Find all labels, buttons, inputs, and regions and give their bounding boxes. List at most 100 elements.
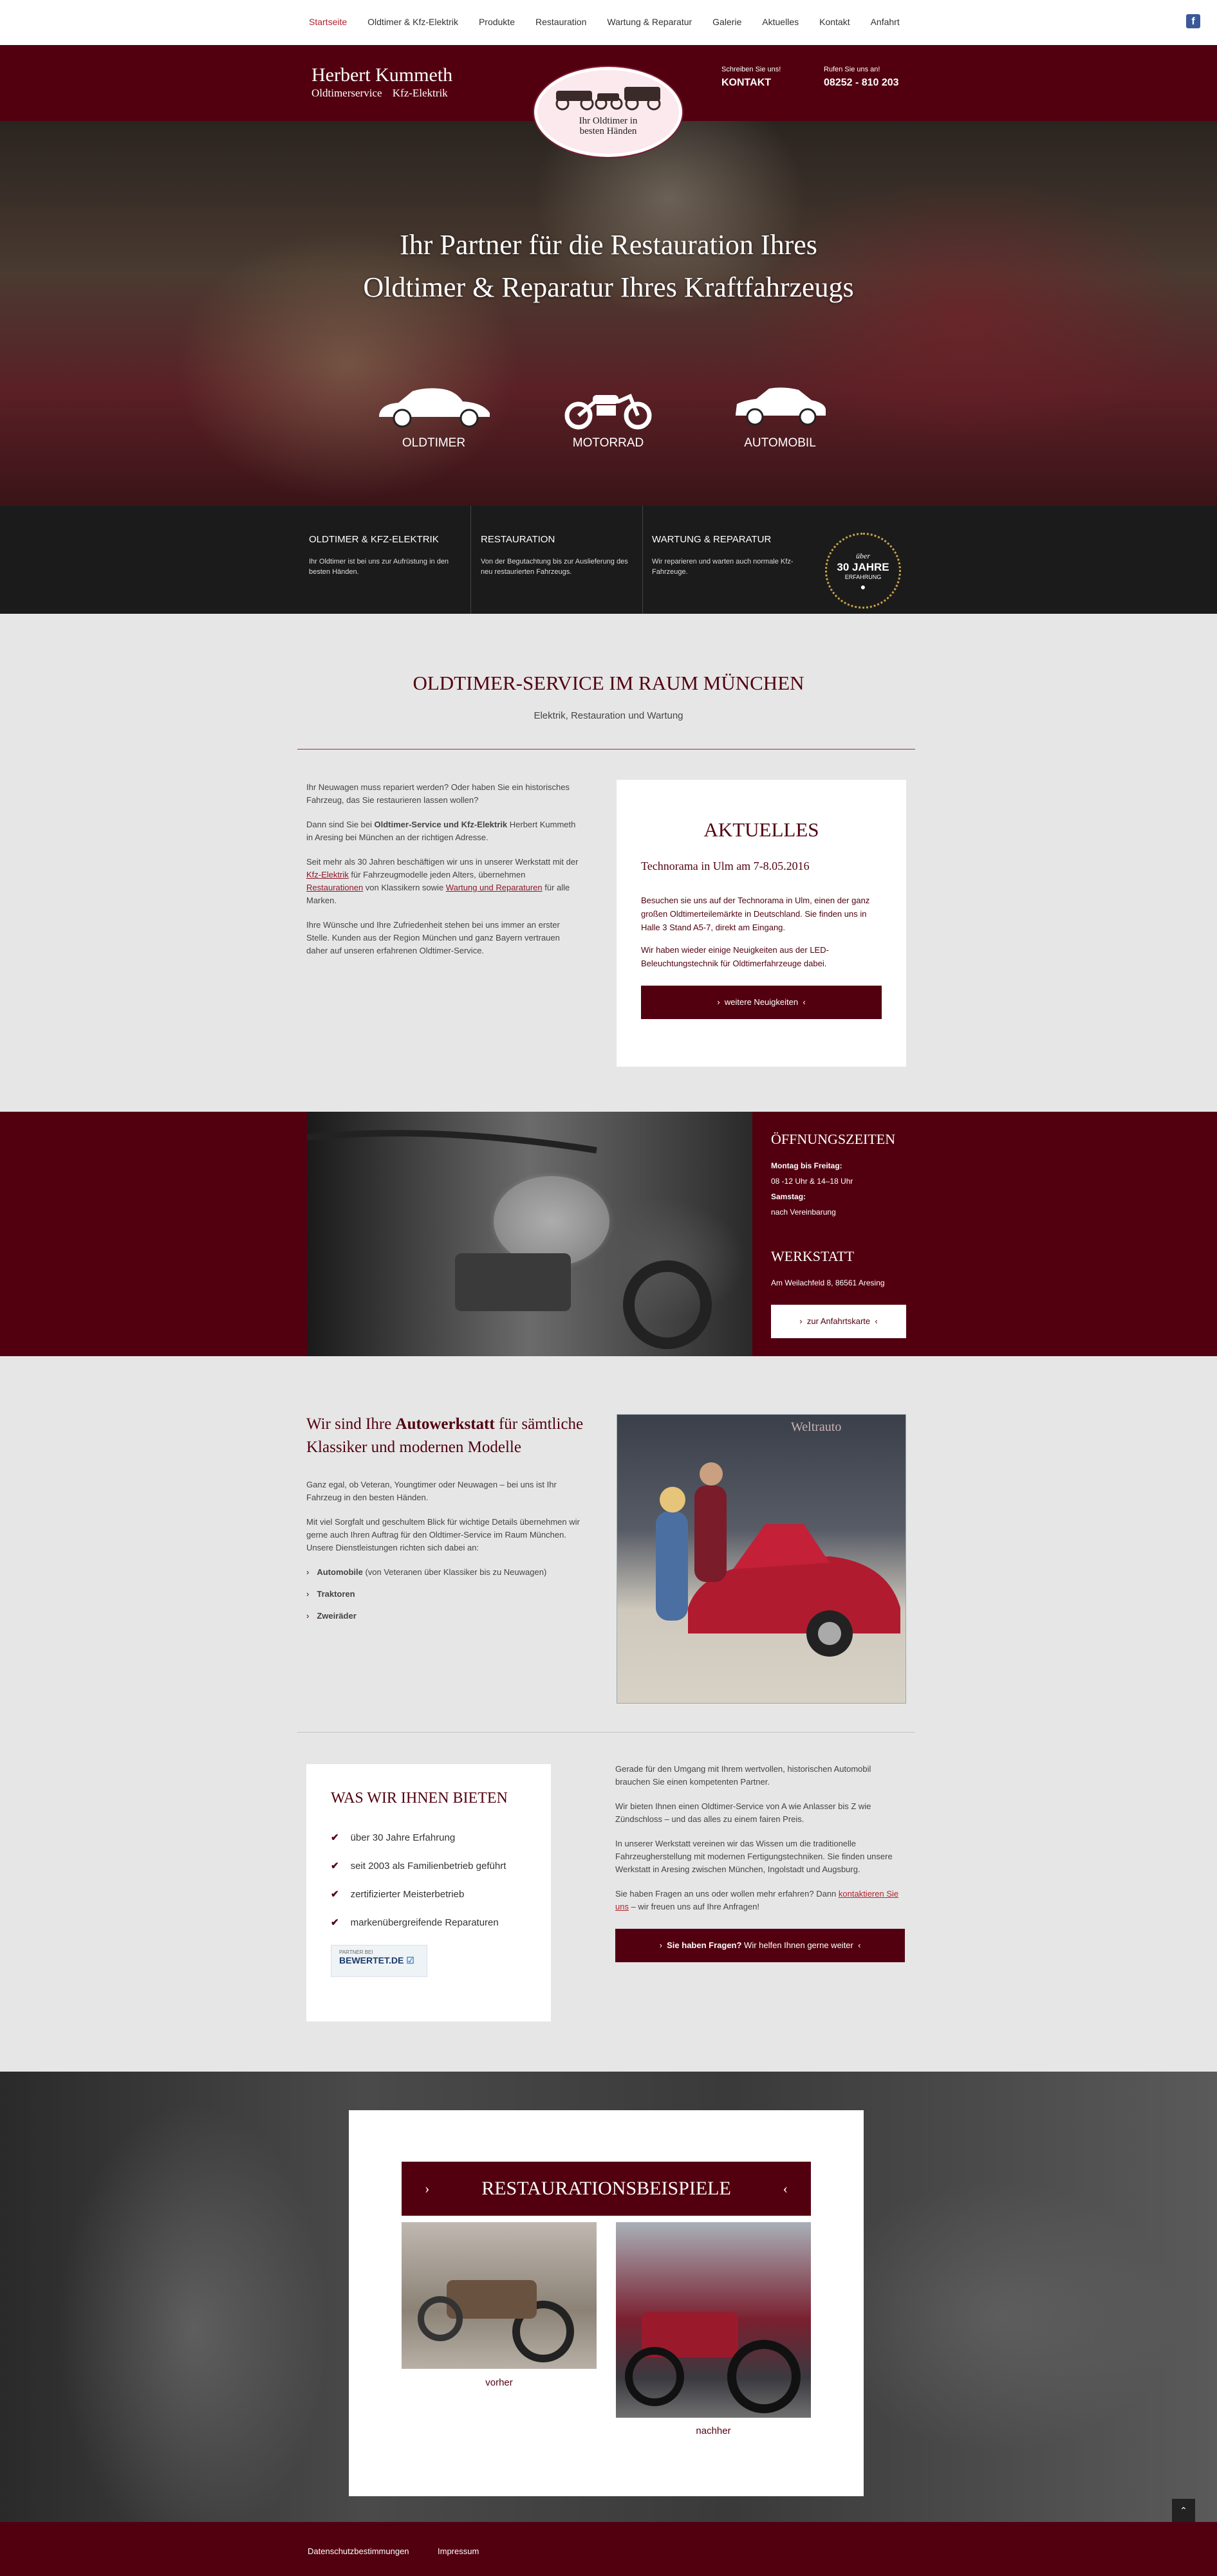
offer-item: ✔ seit 2003 als Familienbetrieb geführt xyxy=(331,1860,526,1872)
restored-motorcycle-illustration xyxy=(625,2312,801,2413)
info-paragraph: In unserer Werkstatt vereinen wir das Wi… xyxy=(615,1839,893,1874)
offer-item-text: seit 2003 als Familienbetrieb geführt xyxy=(350,1861,506,1872)
check-icon: ✔ xyxy=(331,1917,339,1928)
info-paragraph: Sie haben Fragen an uns oder wollen mehr… xyxy=(615,1888,905,1913)
feature-title: RESTAURATION xyxy=(481,534,555,545)
scroll-to-top-button[interactable]: ⌃ xyxy=(1172,2499,1195,2522)
saturday-label: Samstag: xyxy=(771,1192,806,1201)
footer-link-impressum[interactable]: Impressum xyxy=(438,2546,479,2556)
before-image[interactable] xyxy=(402,2222,597,2369)
offer-item-text: zertifizierter Meisterbetrieb xyxy=(350,1889,465,1900)
nav-item-kontakt[interactable]: Kontakt xyxy=(819,17,850,27)
offer-title: WAS WIR IHNEN BIETEN xyxy=(331,1790,508,1807)
chevron-left-icon[interactable]: ‹ xyxy=(783,2162,788,2216)
chevron-right-icon[interactable]: › xyxy=(425,2162,429,2216)
rusty-motorcycle-illustration xyxy=(418,2280,574,2362)
chevron-right-icon: › xyxy=(306,1567,310,1577)
feature-text: Ihr Oldtimer ist bei uns zur Aufrüstung … xyxy=(309,558,449,576)
news-title: AKTUELLES xyxy=(703,818,819,841)
link-kfz-elektrik[interactable]: Kfz-Elektrik xyxy=(306,870,349,879)
service-section: OLDTIMER-SERVICE IM RAUM MÜNCHEN Elektri… xyxy=(0,614,1217,1112)
workshop-address: Am Weilachfeld 8, 86561 Aresing xyxy=(771,1278,885,1287)
services-list: › Automobile (von Veteranen über Klassike… xyxy=(306,1566,583,1623)
workshop-paragraph: Mit viel Sorgfalt und geschultem Blick f… xyxy=(306,1517,580,1552)
site-logo[interactable]: Ihr Oldtimer in besten Händen xyxy=(534,67,682,157)
intro-text: Ihr Neuwagen muss repariert werden? Oder… xyxy=(306,781,583,969)
nav-item-wartung-reparatur[interactable]: Wartung & Reparatur xyxy=(607,17,692,27)
after-caption: nachher xyxy=(696,2425,731,2436)
nav-item-restauration[interactable]: Restauration xyxy=(535,17,586,27)
offer-item-text: markenübergreifende Reparaturen xyxy=(350,1917,499,1928)
chevron-right-icon: › xyxy=(659,1940,667,1950)
facebook-icon[interactable]: f xyxy=(1186,14,1200,28)
workshop-title: WERKSTATT xyxy=(771,1248,855,1264)
nav-item-galerie[interactable]: Galerie xyxy=(712,17,741,27)
intro-paragraph: Dann sind Sie bei Oldtimer-Service und K… xyxy=(306,818,583,844)
text: Wir sind Ihre xyxy=(306,1415,396,1433)
partner-small-label: PARTNER BEI xyxy=(339,1949,373,1955)
workshop-paragraph: Ganz egal, ob Veteran, Youngtimer oder N… xyxy=(306,1480,557,1502)
link-wartung-reparaturen[interactable]: Wartung und Reparaturen xyxy=(446,883,543,892)
news-headline[interactable]: Technorama in Ulm am 7-8.05.2016 xyxy=(641,860,882,873)
vehicle-label-oldtimer: OLDTIMER xyxy=(402,436,466,450)
list-item-rest: (von Veteranen über Klassiker bis zu Neu… xyxy=(362,1567,547,1577)
hero-headline-line1: Ihr Partner für die Restauration Ihres xyxy=(400,229,817,261)
workshop-section: Wir sind Ihre Autowerkstatt für sämtlich… xyxy=(0,1356,1217,2072)
button-label: Wir helfen Ihnen gerne weiter xyxy=(741,1940,853,1950)
phone-link[interactable]: Rufen Sie uns an! 08252 - 810 203 xyxy=(824,66,899,89)
link-restaurationen[interactable]: Restaurationen xyxy=(306,883,363,892)
workshop-text: Ganz egal, ob Veteran, Youngtimer oder N… xyxy=(306,1478,583,1632)
vehicle-label-motorrad: MOTORRAD xyxy=(572,436,644,450)
vehicle-oldtimer[interactable]: OLDTIMER xyxy=(369,385,498,450)
nav-item-aktuelles[interactable]: Aktuelles xyxy=(762,17,799,27)
section-subtitle: Elektrik, Restauration und Wartung xyxy=(534,710,683,721)
feature-restauration[interactable]: RESTAURATION Von der Begutachtung bis zu… xyxy=(481,506,629,614)
experience-badge: über 30 JAHRE ERFAHRUNG ● xyxy=(825,533,901,609)
list-item: › Traktoren xyxy=(306,1588,583,1601)
more-news-button[interactable]: › weitere Neuigkeiten ‹ xyxy=(641,986,882,1019)
check-icon: ✔ xyxy=(331,1832,339,1843)
text: für Fahrzeugmodelle jeden Alters, überne… xyxy=(348,870,526,879)
brand-subtitle: Oldtimerservice Kfz-Elektrik xyxy=(311,87,448,99)
feature-divider xyxy=(470,506,471,614)
motorcycle-engine-illustration xyxy=(306,1130,712,1349)
check-icon: ✔ xyxy=(331,1861,339,1872)
bewertet-partner-badge[interactable]: PARTNER BEI BEWERTET.DE ☑ xyxy=(331,1945,427,1977)
hours-info: ÖFFNUNGSZEITEN Montag bis Freitag: 08 -1… xyxy=(771,1131,919,1338)
contact-link[interactable]: Schreiben Sie uns! KONTAKT xyxy=(721,66,781,89)
nav-item-produkte[interactable]: Produkte xyxy=(479,17,515,27)
questions-button[interactable]: › Sie haben Fragen? Wir helfen Ihnen ger… xyxy=(615,1929,905,1962)
nav-menu: Startseite Oldtimer & Kfz-Elektrik Produ… xyxy=(309,17,920,27)
text-bold: Oldtimer-Service und Kfz-Elektrik xyxy=(374,820,508,829)
feature-oldtimer-kfz-elektrik[interactable]: OLDTIMER & KFZ-ELEKTRIK Ihr Oldtimer ist… xyxy=(309,506,457,614)
news-paragraph: Wir haben wieder einige Neuigkeiten aus … xyxy=(641,945,829,968)
after-image[interactable] xyxy=(616,2222,811,2418)
nav-item-startseite[interactable]: Startseite xyxy=(309,17,347,27)
chevron-left-icon: ‹ xyxy=(853,1940,861,1950)
nav-item-anfahrt[interactable]: Anfahrt xyxy=(871,17,900,27)
text: Seit mehr als 30 Jahren beschäftigen wir… xyxy=(306,857,579,867)
vintage-cars-icon xyxy=(555,87,661,111)
logo-text: Ihr Oldtimer in besten Händen xyxy=(579,116,638,136)
offer-card: WAS WIR IHNEN BIETEN ✔ über 30 Jahre Erfa… xyxy=(306,1764,551,2021)
list-item: › Zweiräder xyxy=(306,1610,583,1623)
feature-title: WARTUNG & REPARATUR xyxy=(652,534,772,545)
nav-item-oldtimer-kfz-elektrik[interactable]: Oldtimer & Kfz-Elektrik xyxy=(367,17,458,27)
feature-text: Wir reparieren und warten auch normale K… xyxy=(652,558,794,576)
vehicle-automobil[interactable]: AUTOMOBIL xyxy=(716,385,844,450)
check-icon: ✔ xyxy=(331,1889,339,1900)
list-item-bold: Automobile xyxy=(317,1567,363,1577)
top-navigation: Startseite Oldtimer & Kfz-Elektrik Produ… xyxy=(0,0,1217,45)
weekday-time: 08 -12 Uhr & 14–18 Uhr xyxy=(771,1177,853,1186)
directions-button[interactable]: › zur Anfahrtskarte ‹ xyxy=(771,1305,906,1338)
brand-name[interactable]: Herbert Kummeth xyxy=(311,64,452,86)
vehicle-motorrad[interactable]: MOTORRAD xyxy=(544,385,673,450)
chevron-right-icon: › xyxy=(306,1611,310,1621)
footer-link-datenschutz[interactable]: Datenschutzbestimmungen xyxy=(308,2546,409,2556)
feature-divider xyxy=(642,506,643,614)
button-label: zur Anfahrtskarte xyxy=(806,1316,871,1326)
partner-name: BEWERTET.DE ☑ xyxy=(339,1955,419,1966)
chevron-right-icon: › xyxy=(306,1589,310,1599)
feature-wartung-reparatur[interactable]: WARTUNG & REPARATUR Wir reparieren und w… xyxy=(652,506,800,614)
hero-headline-line2: Oldtimer & Reparatur Ihres Kraftfahrzeug… xyxy=(363,271,854,303)
